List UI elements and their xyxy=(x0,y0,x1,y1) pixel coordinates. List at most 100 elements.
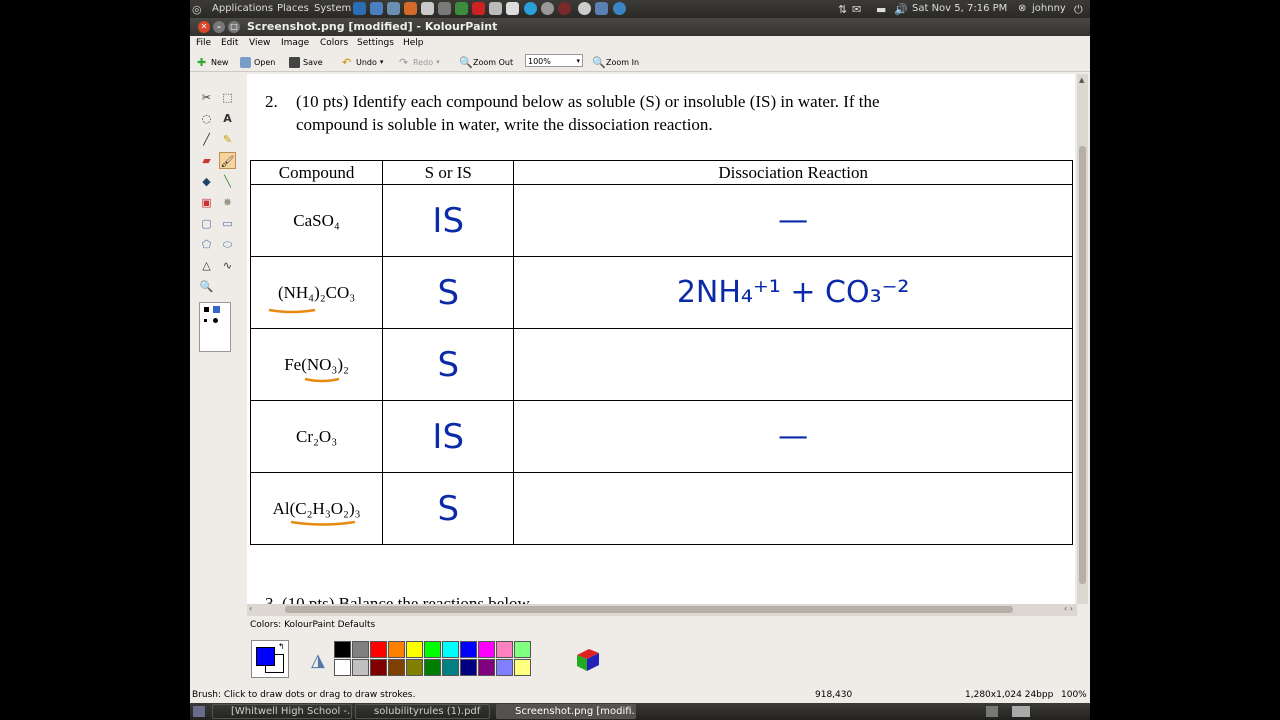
volume-icon[interactable]: 🔊 xyxy=(894,3,908,16)
scroll-up-icon[interactable]: ▲ xyxy=(1079,76,1084,84)
palette-swatch[interactable] xyxy=(478,659,495,676)
launcher-skype-icon[interactable] xyxy=(524,2,537,15)
scroll-left-icon[interactable]: ‹ xyxy=(249,604,252,613)
palette-swatch[interactable] xyxy=(496,659,513,676)
line-tool-icon[interactable]: ╱ xyxy=(198,131,215,148)
panel-clock[interactable]: Sat Nov 5, 7:16 PM xyxy=(912,3,1007,14)
ellipse-tool-icon[interactable]: ⬭ xyxy=(219,236,236,253)
menu-help[interactable]: Help xyxy=(403,38,424,48)
rounded-rect-tool-icon[interactable]: ▢ xyxy=(198,215,215,232)
user-status-icon[interactable]: ⊗ xyxy=(1018,3,1026,14)
menu-file[interactable]: File xyxy=(196,38,211,48)
task-kolourpaint[interactable]: Screenshot.png [modifi... xyxy=(496,704,636,719)
menu-system[interactable]: System xyxy=(314,3,351,14)
open-button[interactable]: Open xyxy=(240,55,275,69)
vertical-scrollbar[interactable]: ▲ xyxy=(1077,74,1088,604)
launcher-files-icon[interactable] xyxy=(506,2,519,15)
minimize-window-icon[interactable]: – xyxy=(213,21,225,33)
panel-user[interactable]: johnny xyxy=(1032,3,1066,14)
maximize-window-icon[interactable]: □ xyxy=(228,21,240,33)
curve-tool-icon[interactable]: ∿ xyxy=(219,257,236,274)
pen-tool-icon[interactable]: ✎ xyxy=(219,131,236,148)
swap-colors-icon[interactable]: ↰ xyxy=(278,642,285,651)
undo-button[interactable]: ↶ Undo ▾ xyxy=(342,55,383,69)
save-button[interactable]: Save xyxy=(289,55,323,69)
image-canvas[interactable]: 2. (10 pts) Identify each compound below… xyxy=(247,74,1075,604)
polyline-tool-icon[interactable]: △ xyxy=(198,257,215,274)
workspace-switcher-icon[interactable] xyxy=(1012,706,1030,717)
zoom-level-select[interactable]: 100% ▾ xyxy=(525,54,583,67)
palette-swatch[interactable] xyxy=(514,659,531,676)
launcher-web-icon[interactable] xyxy=(370,2,383,15)
palette-swatch[interactable] xyxy=(460,659,477,676)
polygon-tool-icon[interactable]: ⬠ xyxy=(198,236,215,253)
launcher-terminal-icon[interactable] xyxy=(438,2,451,15)
launcher-browser-icon[interactable] xyxy=(353,2,366,15)
palette-swatch[interactable] xyxy=(424,641,441,658)
brush-size-small[interactable] xyxy=(204,307,209,312)
palette-swatch[interactable] xyxy=(424,659,441,676)
launcher-app-icon[interactable] xyxy=(387,2,400,15)
launcher-pdf-icon[interactable] xyxy=(472,2,485,15)
scroll-right-icon[interactable]: ‹ › xyxy=(1064,604,1073,613)
palette-swatch[interactable] xyxy=(334,659,351,676)
palette-swatch[interactable] xyxy=(352,659,369,676)
trash-icon[interactable] xyxy=(986,706,998,717)
palette-swatch[interactable] xyxy=(406,659,423,676)
ellipse-select-tool-icon[interactable]: ◌ xyxy=(198,110,215,127)
menu-places[interactable]: Places xyxy=(277,3,309,14)
launcher-settings-icon[interactable] xyxy=(578,2,591,15)
power-icon[interactable]: ⏻ xyxy=(1074,3,1083,17)
launcher-spreadsheet-icon[interactable] xyxy=(455,2,468,15)
brush-size-chooser[interactable] xyxy=(199,302,231,352)
zoom-dropdown-icon[interactable]: ▾ xyxy=(576,55,580,68)
menu-applications[interactable]: Applications xyxy=(212,3,273,14)
palette-swatch[interactable] xyxy=(478,641,495,658)
launcher-recorder-icon[interactable] xyxy=(558,2,571,15)
horizontal-scrollbar[interactable]: ‹ ‹ › xyxy=(247,604,1077,616)
add-color-cube-icon[interactable] xyxy=(575,647,599,671)
palette-swatch[interactable] xyxy=(514,641,531,658)
palette-swatch[interactable] xyxy=(334,641,351,658)
spraycan-tool-icon[interactable]: ✸ xyxy=(219,194,236,211)
color-eraser-tool-icon[interactable]: ▣ xyxy=(198,194,215,211)
launcher-document-icon[interactable] xyxy=(421,2,434,15)
redo-button[interactable]: ↷ Redo ▾ xyxy=(399,55,440,69)
horizontal-scroll-thumb[interactable] xyxy=(285,606,1013,613)
palette-swatch[interactable] xyxy=(460,641,477,658)
color-swatch-box[interactable]: ↰ xyxy=(251,640,289,678)
rectangle-tool-icon[interactable]: ▭ xyxy=(219,215,236,232)
flood-fill-tool-icon[interactable]: ◆ xyxy=(198,173,215,190)
menu-edit[interactable]: Edit xyxy=(221,38,238,48)
battery-icon[interactable]: ▬ xyxy=(876,3,886,16)
menu-image[interactable]: Image xyxy=(281,38,309,48)
brush-size-tiny[interactable] xyxy=(204,319,207,322)
launcher-bird-icon[interactable] xyxy=(595,2,608,15)
menu-colors[interactable]: Colors xyxy=(320,38,348,48)
mail-icon[interactable]: ✉ xyxy=(852,3,861,16)
redo-dropdown-icon[interactable]: ▾ xyxy=(436,58,440,66)
palette-swatch[interactable] xyxy=(370,659,387,676)
launcher-sky-icon[interactable] xyxy=(613,2,626,15)
palette-swatch[interactable] xyxy=(388,641,405,658)
brush-size-selected[interactable] xyxy=(213,306,220,313)
undo-dropdown-icon[interactable]: ▾ xyxy=(380,58,384,66)
zoom-out-button[interactable]: 🔍 Zoom Out xyxy=(459,55,513,69)
close-window-icon[interactable]: ✕ xyxy=(198,21,210,33)
zoom-in-button[interactable]: 🔍 Zoom In xyxy=(592,55,639,69)
text-tool-icon[interactable]: A xyxy=(219,110,236,127)
rect-select-tool-icon[interactable]: ⬚ xyxy=(219,89,236,106)
palette-swatch[interactable] xyxy=(442,659,459,676)
vertical-scroll-thumb[interactable] xyxy=(1079,146,1086,584)
task-browser[interactable]: [Whitwell High School -... xyxy=(212,704,352,719)
brush-tool-icon[interactable]: 🖌 xyxy=(219,152,236,169)
palette-swatch[interactable] xyxy=(388,659,405,676)
brush-size-round[interactable] xyxy=(213,318,218,323)
color-picker-tool-icon[interactable]: ╲ xyxy=(219,173,236,190)
zoom-tool-icon[interactable]: 🔍 xyxy=(198,278,215,295)
eraser-tool-icon[interactable]: ▰ xyxy=(198,152,215,169)
task-pdf[interactable]: solubilityrules (1).pdf xyxy=(355,704,490,719)
palette-swatch[interactable] xyxy=(406,641,423,658)
launcher-text-icon[interactable] xyxy=(489,2,502,15)
palette-swatch[interactable] xyxy=(496,641,513,658)
